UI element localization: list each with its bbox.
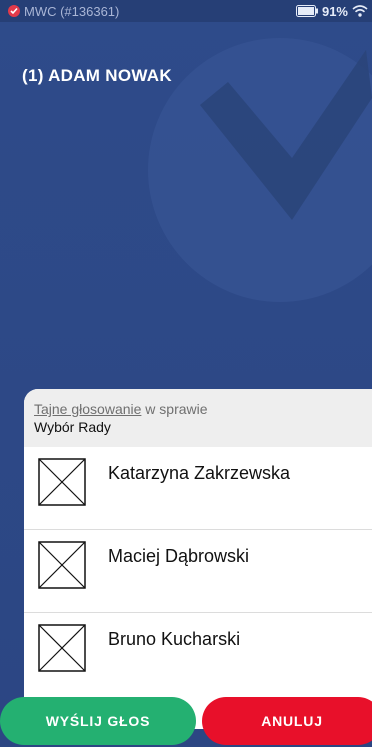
ballot-header: Tajne głosowanie w sprawie Wybór Rady	[24, 389, 372, 447]
app-label: MWC (#136361)	[24, 3, 120, 19]
ballot-subtitle-rest: w sprawie	[141, 401, 208, 417]
status-left: MWC (#136361)	[8, 4, 119, 19]
battery-level: 91%	[321, 3, 348, 19]
ballot-card: Tajne głosowanie w sprawie Wybór Rady Ka…	[24, 389, 372, 729]
send-vote-button[interactable]: WYŚLIJ GŁOS	[0, 697, 196, 745]
cancel-button[interactable]: ANULUJ	[202, 697, 372, 745]
vote-checkbox-icon[interactable]	[38, 541, 86, 589]
status-bar: MWC (#136361) 91%	[0, 0, 372, 22]
candidate-name: Maciej Dąbrowski	[108, 546, 250, 566]
voter-name: (1) ADAM NOWAK	[22, 66, 172, 85]
ballot-title: Wybór Rady	[34, 419, 111, 435]
candidate-name: Katarzyna Zakrzewska	[108, 463, 291, 483]
candidate-row[interactable]: Katarzyna Zakrzewska	[24, 447, 372, 530]
wifi-icon	[352, 5, 368, 17]
voting-screen: MWC (#136361) 91% (1) ADAM NOWAK Tajne g…	[0, 0, 372, 747]
status-right: 91%	[295, 3, 368, 19]
secret-vote-label: Tajne głosowanie	[34, 401, 142, 417]
battery-icon	[295, 5, 318, 17]
background-check-icon	[200, 50, 372, 220]
vote-checkbox-icon[interactable]	[38, 624, 86, 672]
candidate-row[interactable]: Maciej Dąbrowski	[24, 530, 372, 613]
ballot-subtitle: Tajne głosowanie w sprawie	[34, 401, 372, 417]
verified-check-icon	[8, 5, 20, 17]
candidate-row[interactable]: Bruno Kucharski	[24, 613, 372, 696]
vote-checkbox-icon[interactable]	[38, 458, 86, 506]
candidate-name: Bruno Kucharski	[108, 629, 241, 649]
